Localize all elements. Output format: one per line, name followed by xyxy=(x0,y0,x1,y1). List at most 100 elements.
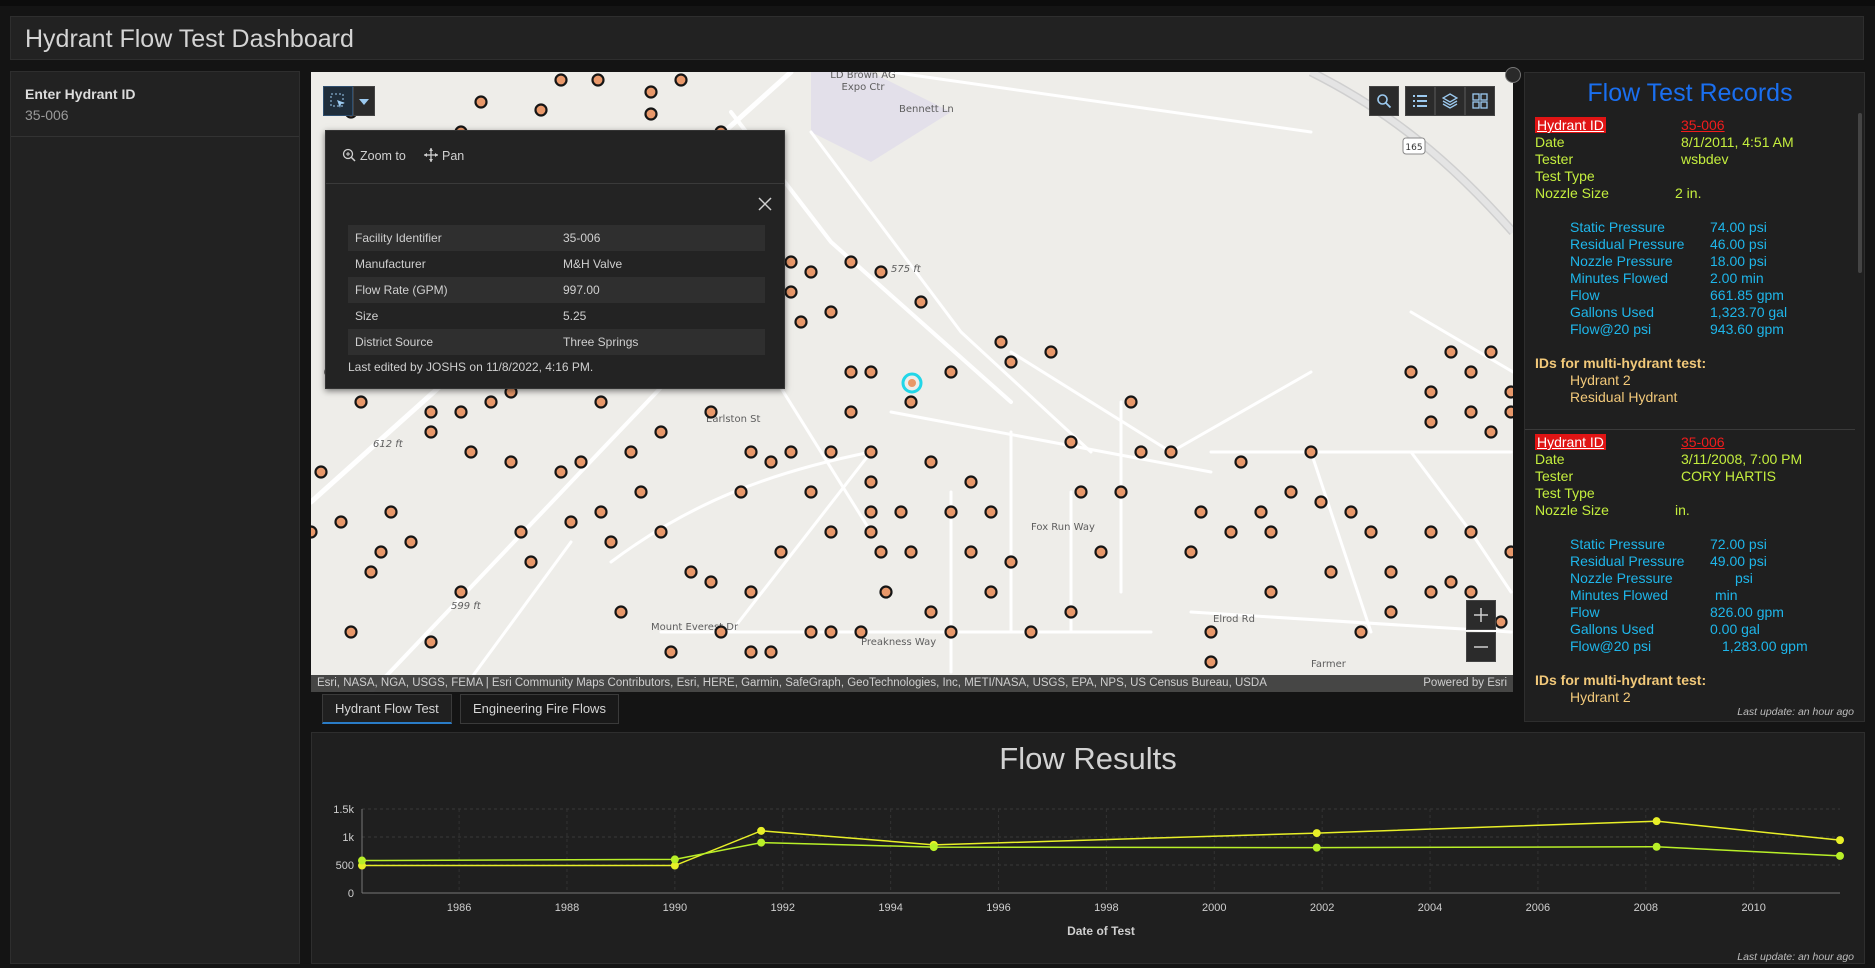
hydrant-marker[interactable] xyxy=(424,405,438,419)
hydrant-marker[interactable] xyxy=(614,605,628,619)
hydrant-marker[interactable] xyxy=(604,535,618,549)
hydrant-marker[interactable] xyxy=(1094,545,1108,559)
hydrant-marker[interactable] xyxy=(1004,355,1018,369)
data-point[interactable] xyxy=(358,856,366,865)
hydrant-marker[interactable] xyxy=(1424,385,1438,399)
hydrant-marker[interactable] xyxy=(534,103,548,117)
layers-button[interactable] xyxy=(1435,86,1465,116)
hydrant-marker[interactable] xyxy=(844,255,858,269)
hydrant-marker[interactable] xyxy=(804,625,818,639)
hydrant-marker[interactable] xyxy=(994,335,1008,349)
zoom-to-action[interactable]: Zoom to xyxy=(342,148,406,163)
hydrant-marker[interactable] xyxy=(784,445,798,459)
hydrant-marker[interactable] xyxy=(1314,495,1328,509)
data-point[interactable] xyxy=(757,826,766,835)
hydrant-id-input[interactable]: 35-006 xyxy=(25,107,69,123)
hydrant-marker[interactable] xyxy=(464,445,478,459)
hydrant-marker[interactable] xyxy=(1404,365,1418,379)
hydrant-marker[interactable] xyxy=(384,505,398,519)
hydrant-marker[interactable] xyxy=(354,395,368,409)
hydrant-marker[interactable] xyxy=(594,505,608,519)
hydrant-marker[interactable] xyxy=(804,265,818,279)
hydrant-marker[interactable] xyxy=(774,545,788,559)
select-dropdown-button[interactable] xyxy=(353,86,375,116)
hydrant-marker[interactable] xyxy=(1064,435,1078,449)
hydrant-marker[interactable] xyxy=(944,625,958,639)
hydrant-marker[interactable] xyxy=(874,545,888,559)
hydrant-marker[interactable] xyxy=(344,625,358,639)
hydrant-marker[interactable] xyxy=(624,445,638,459)
hydrant-marker[interactable] xyxy=(964,475,978,489)
hydrant-marker[interactable] xyxy=(854,625,868,639)
data-point[interactable] xyxy=(1836,836,1844,845)
hydrant-marker[interactable] xyxy=(404,535,418,549)
tab-engineering-fire-flows[interactable]: Engineering Fire Flows xyxy=(460,694,619,724)
hydrant-marker[interactable] xyxy=(524,555,538,569)
hydrant-marker[interactable] xyxy=(874,265,888,279)
expand-icon[interactable] xyxy=(1505,67,1521,83)
hydrant-marker[interactable] xyxy=(1224,525,1238,539)
hydrant-marker[interactable] xyxy=(879,585,893,599)
hydrant-marker[interactable] xyxy=(1424,415,1438,429)
search-button[interactable] xyxy=(1369,86,1399,116)
hydrant-marker[interactable] xyxy=(1504,385,1514,399)
hydrant-marker[interactable] xyxy=(1164,445,1178,459)
data-point[interactable] xyxy=(1652,842,1661,851)
hydrant-marker[interactable] xyxy=(1354,625,1368,639)
hydrant-marker[interactable] xyxy=(864,365,878,379)
hydrant-marker[interactable] xyxy=(1424,525,1438,539)
hydrant-marker[interactable] xyxy=(1344,505,1358,519)
hydrant-marker[interactable] xyxy=(894,505,908,519)
tab-hydrant-flow-test[interactable]: Hydrant Flow Test xyxy=(322,694,452,724)
hydrant-marker[interactable] xyxy=(474,95,488,109)
hydrant-marker[interactable] xyxy=(591,73,605,87)
hydrant-marker[interactable] xyxy=(1384,565,1398,579)
hydrant-marker[interactable] xyxy=(944,505,958,519)
data-point[interactable] xyxy=(1312,829,1321,838)
zoom-in-button[interactable] xyxy=(1466,600,1496,630)
hydrant-marker[interactable] xyxy=(864,505,878,519)
hydrant-marker[interactable] xyxy=(984,585,998,599)
hydrant-marker[interactable] xyxy=(644,85,658,99)
hydrant-marker[interactable] xyxy=(374,545,388,559)
hydrant-marker[interactable] xyxy=(1424,585,1438,599)
hydrant-marker[interactable] xyxy=(1494,615,1508,629)
hydrant-marker[interactable] xyxy=(1074,485,1088,499)
hydrant-marker[interactable] xyxy=(764,645,778,659)
data-point[interactable] xyxy=(1652,817,1661,826)
close-icon[interactable] xyxy=(758,197,772,211)
hydrant-marker[interactable] xyxy=(504,455,518,469)
hydrant-marker[interactable] xyxy=(1284,485,1298,499)
hydrant-marker[interactable] xyxy=(824,525,838,539)
hydrant-marker[interactable] xyxy=(1384,605,1398,619)
hydrant-marker[interactable] xyxy=(1364,525,1378,539)
hydrant-marker[interactable] xyxy=(311,525,318,539)
hydrant-marker[interactable] xyxy=(1114,485,1128,499)
data-point[interactable] xyxy=(1836,851,1844,860)
hydrant-marker[interactable] xyxy=(684,565,698,579)
hydrant-marker[interactable] xyxy=(1464,525,1478,539)
hydrant-marker[interactable] xyxy=(984,505,998,519)
hydrant-marker[interactable] xyxy=(1134,445,1148,459)
hydrant-marker[interactable] xyxy=(904,395,918,409)
select-tool-button[interactable] xyxy=(323,86,353,116)
hydrant-marker[interactable] xyxy=(1464,585,1478,599)
hydrant-marker[interactable] xyxy=(844,405,858,419)
map-view[interactable]: LD Brown AG Expo Ctr Bennett Ln Elrod Rd… xyxy=(311,72,1513,692)
hydrant-marker[interactable] xyxy=(574,455,588,469)
hydrant-marker[interactable] xyxy=(964,545,978,559)
hydrant-id-value[interactable]: 35-006 xyxy=(1681,117,1725,133)
hydrant-marker[interactable] xyxy=(314,465,328,479)
data-point[interactable] xyxy=(1312,843,1321,852)
hydrant-marker[interactable] xyxy=(1234,455,1248,469)
hydrant-marker[interactable] xyxy=(554,73,568,87)
hydrant-marker[interactable] xyxy=(864,445,878,459)
hydrant-marker[interactable] xyxy=(744,645,758,659)
data-point[interactable] xyxy=(670,855,679,864)
hydrant-marker[interactable] xyxy=(1264,525,1278,539)
hydrant-marker[interactable] xyxy=(334,515,348,529)
hydrant-marker[interactable] xyxy=(1304,445,1318,459)
hydrant-marker[interactable] xyxy=(1504,545,1514,559)
hydrant-marker[interactable] xyxy=(944,365,958,379)
hydrant-marker[interactable] xyxy=(824,445,838,459)
